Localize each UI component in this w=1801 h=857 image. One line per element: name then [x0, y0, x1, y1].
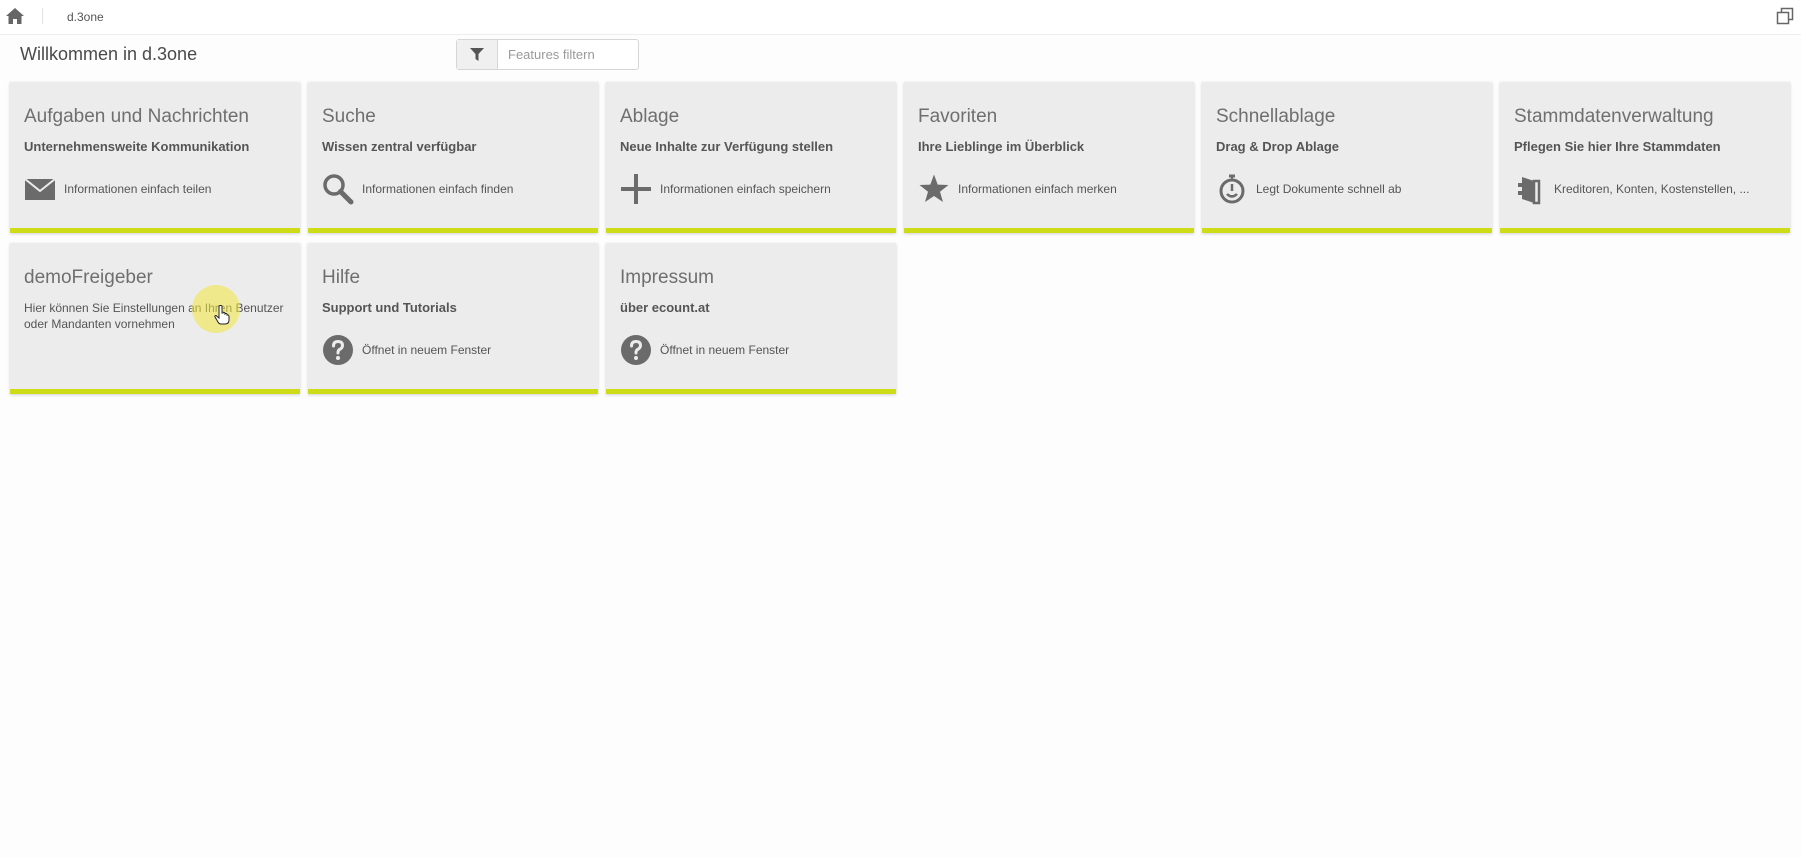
tile-schnellablage[interactable]: Schnellablage Drag & Drop Ablage Legt Do… — [1202, 82, 1492, 233]
tile-subtitle: Pflegen Sie hier Ihre Stammdaten — [1514, 139, 1721, 154]
tile-title: Impressum — [620, 267, 714, 288]
tile-subtitle: Unternehmensweite Kommunikation — [24, 139, 250, 154]
tile-aufgaben-und-nachrichten[interactable]: Aufgaben und Nachrichten Unternehmenswei… — [10, 82, 300, 233]
tile-text: Informationen einfach speichern — [660, 182, 831, 196]
tile-title: Favoriten — [918, 106, 998, 127]
feature-filter — [456, 39, 639, 70]
tile-subtitle: Neue Inhalte zur Verfügung stellen — [620, 139, 834, 154]
tile-title: Ablage — [620, 106, 680, 127]
tile-title: Stammdatenverwaltung — [1514, 106, 1714, 127]
tile-suche[interactable]: Suche Wissen zentral verfügbar Informati… — [308, 82, 598, 233]
plus-icon — [620, 173, 652, 205]
binder-icon — [1514, 173, 1546, 205]
tile-subtitle: Wissen zentral verfügbar — [322, 139, 477, 154]
stopwatch-icon — [1216, 173, 1248, 205]
help-icon — [322, 334, 354, 366]
tile-hilfe[interactable]: Hilfe Support und Tutorials Öffnet in ne… — [308, 243, 598, 394]
tile-text: Informationen einfach teilen — [64, 182, 212, 196]
breadcrumb[interactable]: d.3one — [67, 10, 104, 24]
tile-demofreigeber[interactable]: demoFreigeber Hier können Sie Einstellun… — [10, 243, 300, 394]
tile-title: Aufgaben und Nachrichten — [24, 106, 249, 127]
top-bar: d.3one — [0, 0, 1801, 35]
home-icon[interactable] — [5, 6, 25, 26]
tile-text: Öffnet in neuem Fenster — [362, 343, 492, 357]
tile-subtitle: über ecount.at — [620, 300, 710, 315]
tile-favoriten[interactable]: Favoriten Ihre Lieblinge im Überblick In… — [904, 82, 1194, 233]
tile-title: demoFreigeber — [24, 267, 153, 288]
tile-title: Schnellablage — [1216, 106, 1336, 127]
tile-stammdatenverwaltung[interactable]: Stammdatenverwaltung Pflegen Sie hier Ih… — [1500, 82, 1790, 233]
tile-impressum[interactable]: Impressum über ecount.at Öffnet in neuem… — [606, 243, 896, 394]
tile-text: Informationen einfach merken — [958, 182, 1117, 196]
tile-title: Hilfe — [322, 267, 361, 288]
envelope-icon — [24, 173, 56, 205]
tile-ablage[interactable]: Ablage Neue Inhalte zur Verfügung stelle… — [606, 82, 896, 233]
tile-text: Legt Dokumente schnell ab — [1256, 182, 1402, 196]
feature-filter-input[interactable] — [498, 40, 636, 69]
star-icon — [918, 173, 950, 205]
filter-icon[interactable] — [457, 40, 498, 69]
search-icon — [322, 173, 354, 205]
page-title: Willkommen in d.3one — [20, 44, 198, 64]
tile-title: Suche — [322, 106, 376, 127]
tile-subtitle: Drag & Drop Ablage — [1216, 139, 1340, 154]
tile-text: Kreditoren, Konten, Kostenstellen, ... — [1554, 182, 1750, 196]
tile-text: Öffnet in neuem Fenster — [660, 343, 790, 357]
tile-subtitle: Hier können Sie Einstellungen an Ihren B… — [24, 301, 284, 331]
breadcrumb-separator — [42, 8, 43, 24]
tile-text: Informationen einfach finden — [362, 182, 514, 196]
tile-subtitle: Ihre Lieblinge im Überblick — [918, 139, 1085, 154]
tile-subtitle: Support und Tutorials — [322, 300, 457, 315]
restore-window-icon[interactable] — [1775, 6, 1795, 26]
help-icon — [620, 334, 652, 366]
